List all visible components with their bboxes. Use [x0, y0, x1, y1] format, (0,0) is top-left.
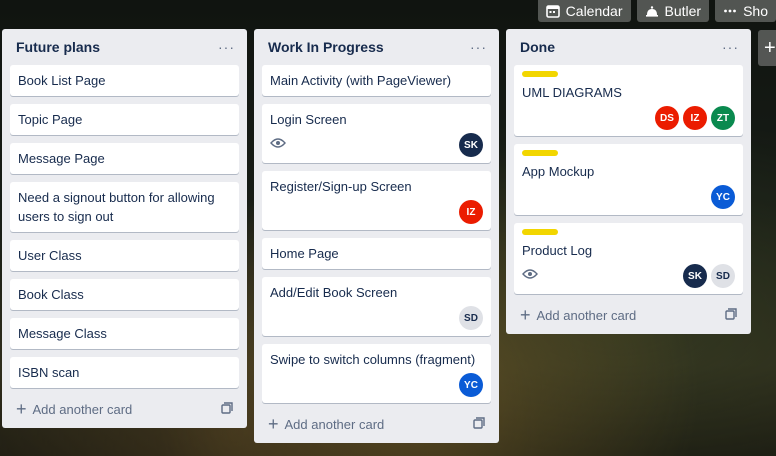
card-template-icon[interactable] — [473, 416, 485, 432]
eye-icon — [522, 267, 538, 285]
card-title: Add/Edit Book Screen — [270, 285, 398, 300]
card-title: Need a signout button for allowing users… — [18, 190, 215, 224]
butler-button[interactable]: Butler — [636, 0, 710, 22]
card-title: Swipe to switch columns (fragment) — [270, 352, 476, 367]
calendar-button[interactable]: Calendar — [537, 0, 631, 22]
card-title: Main Activity (with PageViewer) — [270, 73, 452, 88]
more-dots-icon — [723, 4, 737, 18]
card-template-icon[interactable] — [725, 307, 737, 323]
card-title: App Mockup — [522, 164, 595, 179]
card-message-class[interactable]: Message Class — [10, 318, 239, 349]
list-done: Done ··· UML DIAGRAMS DS IZ ZT App Mocku… — [506, 29, 751, 334]
avatar[interactable]: IZ — [683, 106, 707, 130]
card-title: Home Page — [270, 246, 339, 261]
list-title[interactable]: Done — [520, 39, 555, 55]
card-title: UML DIAGRAMS — [522, 85, 622, 100]
add-card-button[interactable]: + Add another card — [514, 302, 743, 326]
add-card-label: Add another card — [284, 416, 385, 432]
plus-icon: + — [16, 399, 27, 419]
list-menu-icon[interactable]: ··· — [470, 40, 487, 54]
add-card-button[interactable]: + Add another card — [262, 411, 491, 435]
list-future-plans: Future plans ··· Book List Page Topic Pa… — [2, 29, 247, 428]
card-title: Message Class — [18, 326, 107, 341]
plus-icon: + — [520, 305, 531, 325]
avatar[interactable]: IZ — [459, 200, 483, 224]
card-title: Book List Page — [18, 73, 106, 88]
list-work-in-progress: Work In Progress ··· Main Activity (with… — [254, 29, 499, 443]
avatar[interactable]: YC — [711, 185, 735, 209]
card-title: Register/Sign-up Screen — [270, 179, 412, 194]
card-title: Product Log — [522, 243, 593, 258]
card-isbn-scan[interactable]: ISBN scan — [10, 357, 239, 388]
calendar-label: Calendar — [565, 3, 623, 19]
plus-icon: + — [764, 36, 776, 59]
card-label-yellow — [522, 229, 558, 235]
add-card-button[interactable]: + Add another card — [10, 396, 239, 420]
card-product-log[interactable]: Product Log SK SD — [514, 223, 743, 294]
card-user-class[interactable]: User Class — [10, 240, 239, 271]
avatar[interactable]: SD — [459, 306, 483, 330]
card-register-screen[interactable]: Register/Sign-up Screen IZ — [262, 171, 491, 230]
list-header: Done ··· — [514, 29, 743, 65]
list-menu-icon[interactable]: ··· — [218, 40, 235, 54]
calendar-icon — [545, 4, 560, 18]
card-main-activity[interactable]: Main Activity (with PageViewer) — [262, 65, 491, 96]
show-menu-button[interactable]: Sho — [715, 0, 776, 22]
card-message-page[interactable]: Message Page — [10, 143, 239, 174]
card-title: Topic Page — [18, 112, 83, 127]
list-title[interactable]: Future plans — [16, 39, 100, 55]
card-title: Book Class — [18, 287, 84, 302]
card-topic-page[interactable]: Topic Page — [10, 104, 239, 135]
avatar[interactable]: SD — [711, 264, 735, 288]
butler-label: Butler — [664, 3, 702, 19]
card-book-class[interactable]: Book Class — [10, 279, 239, 310]
card-template-icon[interactable] — [221, 401, 233, 417]
card-label-yellow — [522, 150, 558, 156]
board-header-buttons: Calendar Butler Sho — [537, 0, 776, 22]
card-swipe-columns[interactable]: Swipe to switch columns (fragment) YC — [262, 344, 491, 403]
card-title: ISBN scan — [18, 365, 80, 380]
list-header: Work In Progress ··· — [262, 29, 491, 65]
avatar[interactable]: SK — [459, 133, 483, 157]
avatar[interactable]: SK — [683, 264, 707, 288]
avatar[interactable]: DS — [655, 106, 679, 130]
list-menu-icon[interactable]: ··· — [722, 40, 739, 54]
card-title: User Class — [18, 248, 82, 263]
list-title[interactable]: Work In Progress — [268, 39, 384, 55]
card-book-list-page[interactable]: Book List Page — [10, 65, 239, 96]
card-add-edit-book-screen[interactable]: Add/Edit Book Screen SD — [262, 277, 491, 336]
butler-bell-icon — [645, 4, 659, 18]
plus-icon: + — [268, 414, 279, 434]
avatar[interactable]: YC — [459, 373, 483, 397]
add-card-label: Add another card — [32, 401, 133, 417]
show-menu-label: Sho — [743, 3, 768, 19]
add-card-label: Add another card — [536, 307, 637, 323]
avatar[interactable]: ZT — [711, 106, 735, 130]
card-app-mockup[interactable]: App Mockup YC — [514, 144, 743, 215]
card-title: Login Screen — [270, 112, 347, 127]
list-header: Future plans ··· — [10, 29, 239, 65]
card-login-screen[interactable]: Login Screen SK — [262, 104, 491, 163]
add-list-button[interactable]: + — [758, 30, 776, 66]
eye-icon — [270, 136, 286, 154]
card-signout-button[interactable]: Need a signout button for allowing users… — [10, 182, 239, 232]
card-title: Message Page — [18, 151, 105, 166]
card-uml-diagrams[interactable]: UML DIAGRAMS DS IZ ZT — [514, 65, 743, 136]
card-label-yellow — [522, 71, 558, 77]
card-home-page[interactable]: Home Page — [262, 238, 491, 269]
